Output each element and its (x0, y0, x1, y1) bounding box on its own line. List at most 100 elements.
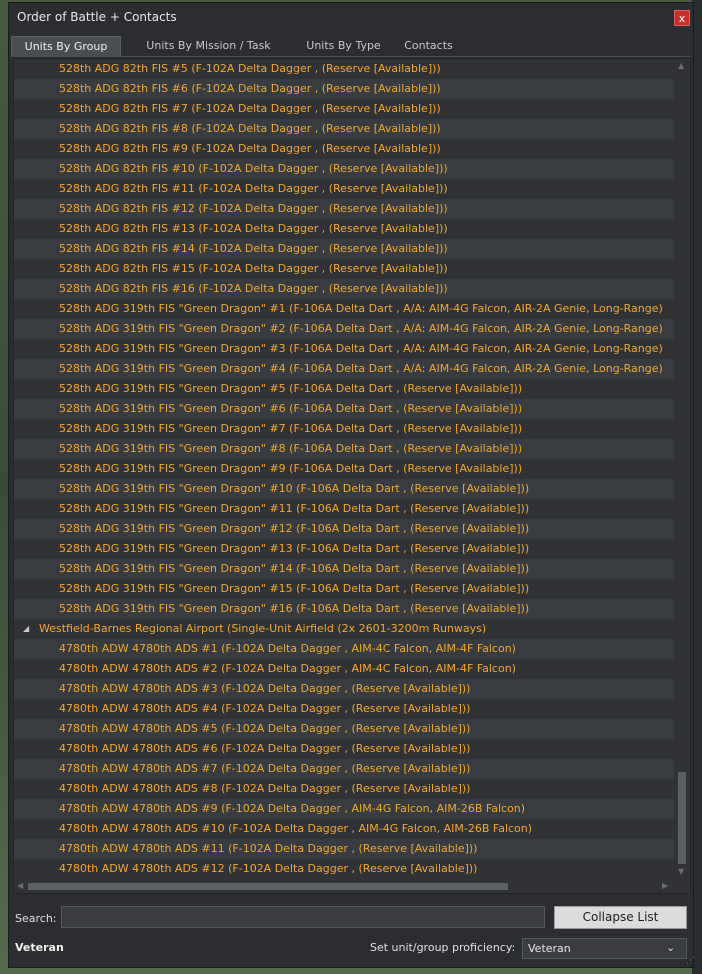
tree-unit-row[interactable]: 528th ADG 82th FIS #16 (F-102A Delta Dag… (14, 279, 674, 299)
tree-unit-row[interactable]: 528th ADG 319th FIS "Green Dragon" #7 (F… (14, 419, 674, 439)
tree-unit-row[interactable]: 528th ADG 319th FIS "Green Dragon" #15 (… (14, 579, 674, 599)
tree-row-label: 4780th ADW 4780th ADS #4 (F-102A Delta D… (59, 702, 471, 715)
tab-units-by-mission[interactable]: Units By Mission / Task (136, 36, 281, 56)
collapse-list-button[interactable]: Collapse List (554, 906, 687, 929)
tree-unit-row[interactable]: 4780th ADW 4780th ADS #4 (F-102A Delta D… (14, 699, 674, 719)
tree-unit-row[interactable]: 528th ADG 319th FIS "Green Dragon" #14 (… (14, 559, 674, 579)
tree-unit-row[interactable]: 4780th ADW 4780th ADS #11 (F-102A Delta … (14, 839, 674, 859)
tree-unit-row[interactable]: 528th ADG 82th FIS #7 (F-102A Delta Dagg… (14, 99, 674, 119)
scroll-right-icon[interactable]: ▶ (662, 881, 668, 890)
tree-row-label: 528th ADG 319th FIS "Green Dragon" #11 (… (59, 502, 530, 515)
tree-unit-row[interactable]: 4780th ADW 4780th ADS #12 (F-102A Delta … (14, 859, 674, 879)
tree-unit-row[interactable]: 528th ADG 82th FIS #14 (F-102A Delta Dag… (14, 239, 674, 259)
chevron-expanded-icon[interactable]: ◢ (23, 619, 29, 639)
proficiency-selected-value: Veteran (528, 942, 571, 955)
vertical-scrollbar[interactable]: ▲ ▼ (675, 59, 689, 879)
tree-unit-row[interactable]: 4780th ADW 4780th ADS #10 (F-102A Delta … (14, 819, 674, 839)
tree-row-label: 528th ADG 319th FIS "Green Dragon" #1 (F… (59, 302, 663, 315)
unit-tree[interactable]: 4780th ADW 4780th ADS #12 (F-102A Delta … (13, 58, 691, 894)
tree-unit-row[interactable]: 528th ADG 82th FIS #15 (F-102A Delta Dag… (14, 259, 674, 279)
tree-row-label: 528th ADG 82th FIS #9 (F-102A Delta Dagg… (59, 142, 441, 155)
tree-unit-row[interactable]: 4780th ADW 4780th ADS #3 (F-102A Delta D… (14, 679, 674, 699)
tree-row-label: 4780th ADW 4780th ADS #7 (F-102A Delta D… (59, 762, 471, 775)
set-proficiency-label: Set unit/group proficiency: (370, 941, 516, 954)
tree-row-label: 528th ADG 319th FIS "Green Dragon" #13 (… (59, 542, 530, 555)
tree-row-label: 528th ADG 319th FIS "Green Dragon" #2 (F… (59, 322, 663, 335)
tree-row-label: 528th ADG 82th FIS #14 (F-102A Delta Dag… (59, 242, 448, 255)
tree-unit-row[interactable]: 528th ADG 82th FIS #11 (F-102A Delta Dag… (14, 179, 674, 199)
tree-unit-row[interactable]: 4780th ADW 4780th ADS #6 (F-102A Delta D… (14, 739, 674, 759)
tree-row-label: 528th ADG 82th FIS #6 (F-102A Delta Dagg… (59, 82, 441, 95)
horizontal-scroll-thumb[interactable] (28, 883, 508, 890)
scroll-down-icon[interactable]: ▼ (678, 867, 684, 876)
tree-unit-row[interactable]: 528th ADG 82th FIS #12 (F-102A Delta Dag… (14, 199, 674, 219)
search-label: Search: (15, 912, 57, 925)
tree-group-row[interactable]: ◢ Westfield-Barnes Regional Airport (Sing… (14, 619, 674, 639)
tree-unit-row[interactable]: 528th ADG 319th FIS "Green Dragon" #10 (… (14, 479, 674, 499)
tree-row-label: 528th ADG 319th FIS "Green Dragon" #16 (… (59, 602, 530, 615)
tree-row-label: 528th ADG 82th FIS #10 (F-102A Delta Dag… (59, 162, 448, 175)
tree-row-label: 4780th ADW 4780th ADS #3 (F-102A Delta D… (59, 682, 471, 695)
tree-unit-row[interactable]: 528th ADG 82th FIS #6 (F-102A Delta Dagg… (14, 79, 674, 99)
tree-row-label: 528th ADG 82th FIS #16 (F-102A Delta Dag… (59, 282, 448, 295)
tree-row-label: 528th ADG 319th FIS "Green Dragon" #14 (… (59, 562, 530, 575)
title-bar[interactable]: Order of Battle + Contacts x (9, 3, 693, 33)
tree-row-label: 528th ADG 82th FIS #12 (F-102A Delta Dag… (59, 202, 448, 215)
tree-row-label: 528th ADG 319th FIS "Green Dragon" #4 (F… (59, 362, 663, 375)
tree-unit-row[interactable]: 4780th ADW 4780th ADS #7 (F-102A Delta D… (14, 759, 674, 779)
tree-row-label: 528th ADG 319th FIS "Green Dragon" #15 (… (59, 582, 530, 595)
tree-unit-row[interactable]: 4780th ADW 4780th ADS #9 (F-102A Delta D… (14, 799, 674, 819)
search-input[interactable] (61, 906, 545, 928)
tab-units-by-group[interactable]: Units By Group (11, 36, 121, 56)
order-of-battle-window: Order of Battle + Contacts x Units By Gr… (8, 2, 695, 968)
tree-unit-row[interactable]: 528th ADG 319th FIS "Green Dragon" #16 (… (14, 599, 674, 619)
tree-row-label: 528th ADG 319th FIS "Green Dragon" #12 (… (59, 522, 530, 535)
tree-unit-row[interactable]: 528th ADG 319th FIS "Green Dragon" #13 (… (14, 539, 674, 559)
tree-unit-row[interactable]: 528th ADG 82th FIS #5 (F-102A Delta Dagg… (14, 59, 674, 79)
tree-unit-row[interactable]: 528th ADG 82th FIS #13 (F-102A Delta Dag… (14, 219, 674, 239)
tree-unit-row[interactable]: 528th ADG 319th FIS "Green Dragon" #2 (F… (14, 319, 674, 339)
chevron-down-icon: ⌄ (666, 941, 676, 954)
close-button[interactable]: x (674, 10, 690, 26)
tree-row-label: 4780th ADW 4780th ADS #9 (F-102A Delta D… (59, 802, 526, 815)
proficiency-select[interactable]: Veteran ⌄ (522, 938, 687, 959)
tree-unit-row[interactable]: 4780th ADW 4780th ADS #1 (F-102A Delta D… (14, 639, 674, 659)
tree-unit-row[interactable]: 528th ADG 319th FIS "Green Dragon" #8 (F… (14, 439, 674, 459)
tree-row-label: 528th ADG 319th FIS "Green Dragon" #6 (F… (59, 402, 523, 415)
tree-unit-row[interactable]: 528th ADG 319th FIS "Green Dragon" #12 (… (14, 519, 674, 539)
tree-unit-row[interactable]: 528th ADG 82th FIS #8 (F-102A Delta Dagg… (14, 119, 674, 139)
tree-unit-row[interactable]: 528th ADG 319th FIS "Green Dragon" #3 (F… (14, 339, 674, 359)
tree-row-label: 4780th ADW 4780th ADS #2 (F-102A Delta D… (59, 662, 516, 675)
tree-row-label: 528th ADG 319th FIS "Green Dragon" #7 (F… (59, 422, 523, 435)
tree-unit-row[interactable]: 528th ADG 319th FIS "Green Dragon" #1 (F… (14, 299, 674, 319)
scroll-left-icon[interactable]: ◀ (17, 881, 23, 890)
tree-row-label: 528th ADG 82th FIS #5 (F-102A Delta Dagg… (59, 62, 441, 75)
tree-unit-row[interactable]: 528th ADG 319th FIS "Green Dragon" #11 (… (14, 499, 674, 519)
tree-unit-row[interactable]: 4780th ADW 4780th ADS #5 (F-102A Delta D… (14, 719, 674, 739)
vertical-scroll-thumb[interactable] (678, 772, 686, 864)
tree-unit-row[interactable]: 528th ADG 319th FIS "Green Dragon" #9 (F… (14, 459, 674, 479)
tree-unit-row[interactable]: 4780th ADW 4780th ADS #8 (F-102A Delta D… (14, 779, 674, 799)
tree-unit-row[interactable]: 528th ADG 319th FIS "Green Dragon" #6 (F… (14, 399, 674, 419)
tree-unit-row[interactable]: 528th ADG 319th FIS "Green Dragon" #5 (F… (14, 379, 674, 399)
resize-grip-icon[interactable]: ⋰ (686, 956, 695, 966)
tab-contacts[interactable]: Contacts (396, 36, 461, 56)
tree-row-label: 4780th ADW 4780th ADS #10 (F-102A Delta … (59, 822, 533, 835)
tree-unit-row[interactable]: 4780th ADW 4780th ADS #2 (F-102A Delta D… (14, 659, 674, 679)
tree-row-label: 528th ADG 319th FIS "Green Dragon" #3 (F… (59, 342, 663, 355)
tree-unit-row[interactable]: 528th ADG 82th FIS #10 (F-102A Delta Dag… (14, 159, 674, 179)
tab-units-by-type[interactable]: Units By Type (296, 36, 391, 56)
tree-row-label: 528th ADG 82th FIS #8 (F-102A Delta Dagg… (59, 122, 441, 135)
tree-row-label: 528th ADG 82th FIS #15 (F-102A Delta Dag… (59, 262, 448, 275)
tree-row-label: 528th ADG 319th FIS "Green Dragon" #9 (F… (59, 462, 523, 475)
tab-bar: Units By Group Units By Mission / Task U… (11, 36, 691, 57)
tree-unit-row[interactable]: 528th ADG 319th FIS "Green Dragon" #4 (F… (14, 359, 674, 379)
scroll-up-icon[interactable]: ▲ (678, 61, 684, 70)
tree-unit-row[interactable]: 528th ADG 82th FIS #9 (F-102A Delta Dagg… (14, 139, 674, 159)
tree-row-label: 4780th ADW 4780th ADS #12 (F-102A Delta … (59, 862, 478, 875)
tree-row-label: 528th ADG 319th FIS "Green Dragon" #10 (… (59, 482, 530, 495)
horizontal-scrollbar[interactable]: ◀ ▶ (14, 880, 675, 893)
tree-row-label: 4780th ADW 4780th ADS #5 (F-102A Delta D… (59, 722, 471, 735)
tree-row-label: 528th ADG 82th FIS #7 (F-102A Delta Dagg… (59, 102, 441, 115)
tree-row-label: 528th ADG 82th FIS #11 (F-102A Delta Dag… (59, 182, 448, 195)
